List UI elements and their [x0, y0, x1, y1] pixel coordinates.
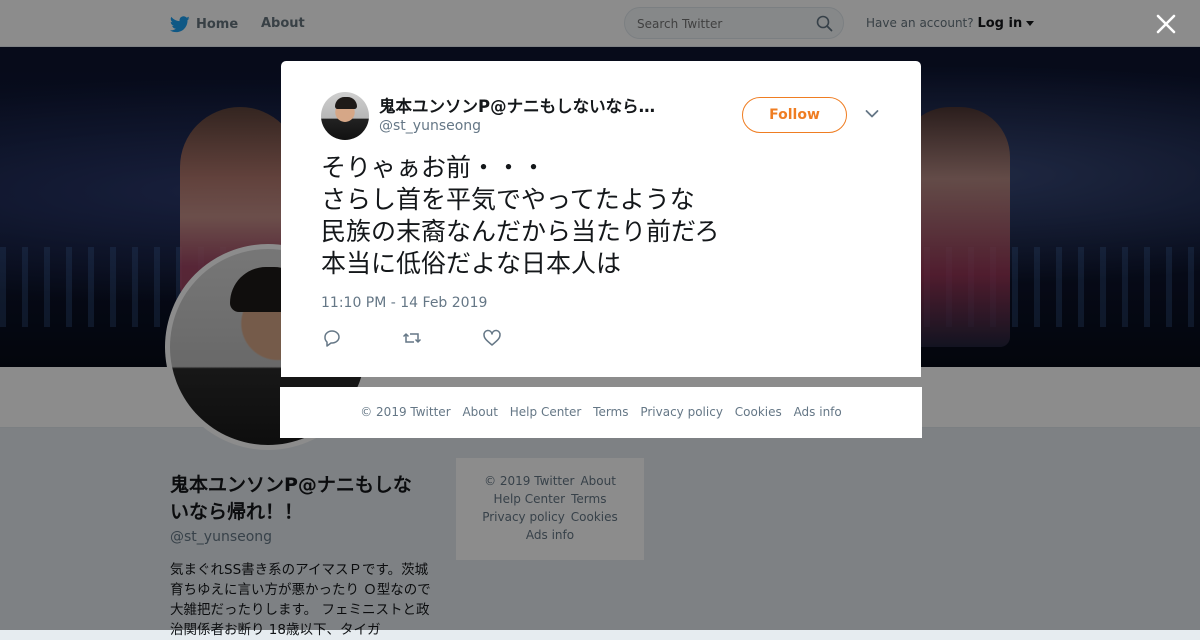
tweet-author-name[interactable]: 鬼本ユンソンP@ナニもしないなら… [379, 93, 699, 117]
chevron-down-icon[interactable] [865, 109, 879, 119]
tweet-text: そりゃぁお前・・・ さらし首を平気でやってたような 民族の末裔なんだから当たり前… [321, 152, 881, 280]
like-icon[interactable] [482, 328, 502, 348]
modal-footer-ads-info[interactable]: Ads info [794, 405, 842, 419]
modal-footer-privacy[interactable]: Privacy policy [640, 405, 723, 419]
tweet-line: さらし首を平気でやってたような [321, 185, 695, 214]
modal-footer-about[interactable]: About [462, 405, 497, 419]
modal-footer: © 2019 Twitter About Help Center Terms P… [280, 387, 922, 438]
modal-footer-copyright: © 2019 Twitter [360, 405, 451, 419]
tweet-author-handle[interactable]: @st_yunseong [379, 118, 481, 134]
retweet-icon[interactable] [402, 328, 422, 348]
tweet-line: 民族の末裔なんだから当たり前だろ [321, 217, 720, 246]
tweet-line: 本当に低俗だよな日本人は [321, 249, 622, 278]
modal-footer-terms[interactable]: Terms [593, 405, 628, 419]
tweet-author-avatar[interactable] [321, 92, 369, 140]
modal-footer-cookies[interactable]: Cookies [735, 405, 782, 419]
reply-icon[interactable] [322, 328, 342, 348]
tweet-modal: 鬼本ユンソンP@ナニもしないなら… @st_yunseong Follow そり… [281, 61, 921, 377]
tweet-line: そりゃぁお前・・・ [321, 153, 547, 182]
tweet-timestamp[interactable]: 11:10 PM - 14 Feb 2019 [321, 295, 487, 311]
close-icon[interactable] [1154, 12, 1178, 36]
follow-button[interactable]: Follow [742, 97, 847, 133]
modal-footer-help-center[interactable]: Help Center [510, 405, 582, 419]
